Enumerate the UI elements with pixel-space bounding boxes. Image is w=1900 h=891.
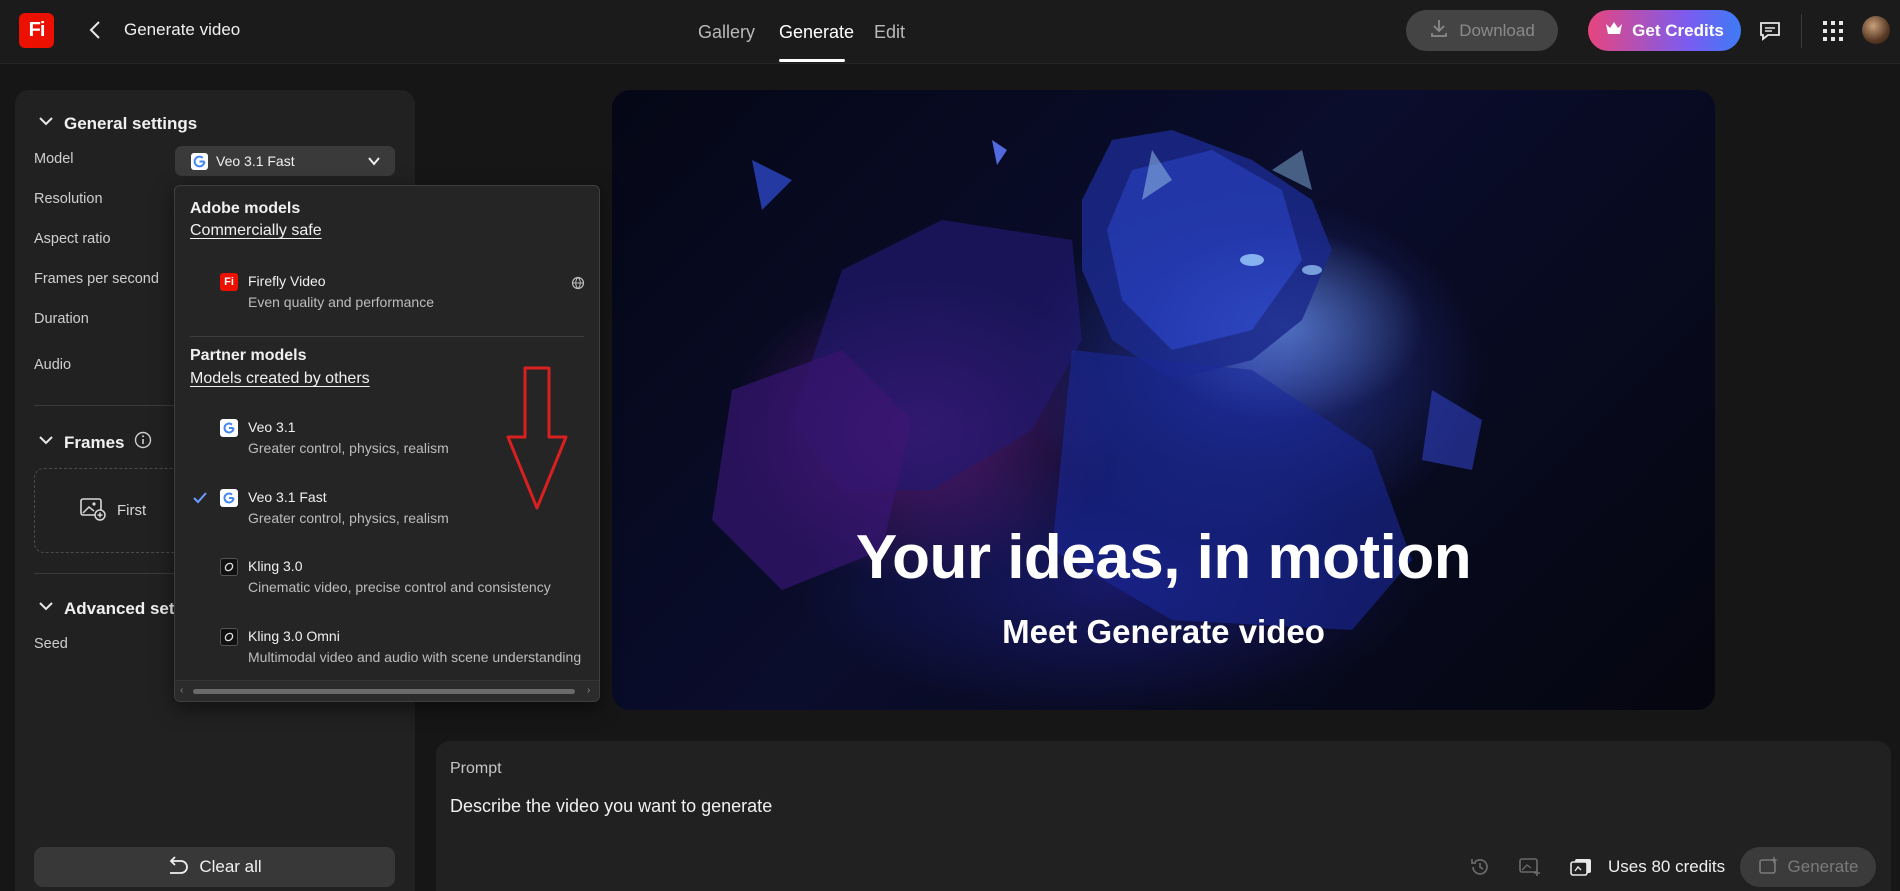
prompt-label: Prompt bbox=[450, 760, 502, 777]
image-settings-icon[interactable] bbox=[1517, 855, 1543, 879]
aspect-ratio-label: Aspect ratio bbox=[34, 231, 111, 247]
hero-title: Your ideas, in motion bbox=[855, 523, 1472, 592]
generate-button[interactable]: Generate bbox=[1740, 847, 1876, 887]
chevron-down-icon bbox=[38, 598, 54, 619]
model-option-desc: Greater control, physics, realism bbox=[248, 510, 449, 526]
tab-gallery[interactable]: Gallery bbox=[698, 22, 755, 43]
first-frame-upload[interactable]: First bbox=[34, 468, 194, 553]
model-dropdown: Adobe models Commercially safe Fi Firefl… bbox=[174, 185, 600, 702]
scroll-right-icon[interactable]: › bbox=[587, 685, 590, 696]
hero-subtitle: Meet Generate video bbox=[1002, 613, 1325, 650]
general-settings-header[interactable]: General settings bbox=[38, 113, 197, 134]
generate-label: Generate bbox=[1787, 857, 1859, 876]
credits-usage-text: Uses 80 credits bbox=[1608, 857, 1726, 876]
section-divider bbox=[34, 573, 184, 574]
firefly-logo[interactable]: Fi bbox=[19, 13, 54, 48]
adobe-models-heading: Adobe models bbox=[190, 200, 301, 217]
kling-icon bbox=[220, 628, 238, 646]
resolution-label: Resolution bbox=[34, 191, 103, 207]
model-option-kling-3-0-omni[interactable]: Kling 3.0 Omni Multimodal video and audi… bbox=[175, 624, 599, 680]
model-option-desc: Even quality and performance bbox=[248, 294, 434, 310]
globe-icon bbox=[571, 276, 585, 295]
model-option-name: Veo 3.1 Fast bbox=[248, 489, 327, 505]
partner-models-heading: Partner models bbox=[190, 347, 307, 364]
download-icon bbox=[1429, 18, 1449, 43]
model-label: Model bbox=[34, 151, 74, 167]
tab-generate[interactable]: Generate bbox=[779, 22, 854, 43]
hero-banner: Your ideas, in motion Meet Generate vide… bbox=[612, 90, 1715, 710]
history-icon[interactable] bbox=[1467, 855, 1493, 879]
tab-edit[interactable]: Edit bbox=[874, 22, 905, 43]
prompt-input[interactable]: Describe the video you want to generate bbox=[450, 796, 772, 817]
info-icon[interactable] bbox=[134, 431, 152, 454]
model-option-desc: Greater control, physics, realism bbox=[248, 440, 449, 456]
checkmark-icon bbox=[193, 491, 207, 509]
models-created-by-others-link[interactable]: Models created by others bbox=[190, 370, 370, 388]
advanced-settings-title: Advanced setti bbox=[64, 598, 185, 618]
credits-icon bbox=[1568, 855, 1594, 879]
firefly-icon: Fi bbox=[220, 273, 238, 291]
advanced-settings-header[interactable]: Advanced setti bbox=[38, 598, 185, 619]
chevron-down-icon bbox=[38, 432, 54, 453]
model-option-firefly-video[interactable]: Fi Firefly Video Even quality and perfor… bbox=[175, 269, 599, 325]
first-frame-label: First bbox=[117, 502, 147, 519]
kling-icon bbox=[220, 558, 238, 576]
get-credits-button[interactable]: Get Credits bbox=[1588, 10, 1741, 51]
model-option-name: Firefly Video bbox=[248, 273, 326, 289]
google-icon bbox=[191, 152, 208, 170]
model-option-desc: Multimodal video and audio with scene un… bbox=[248, 649, 582, 665]
seed-label: Seed bbox=[34, 636, 68, 652]
get-credits-label: Get Credits bbox=[1632, 20, 1724, 40]
clear-all-label: Clear all bbox=[199, 857, 262, 876]
annotation-arrow-icon bbox=[506, 366, 568, 516]
scrollbar-thumb[interactable] bbox=[193, 689, 575, 694]
model-option-kling-3-0[interactable]: Kling 3.0 Cinematic video, precise contr… bbox=[175, 554, 599, 610]
section-divider bbox=[34, 405, 184, 406]
horizontal-scrollbar[interactable]: ‹ › bbox=[175, 680, 599, 701]
audio-label: Audio bbox=[34, 357, 72, 373]
google-icon bbox=[220, 489, 238, 507]
chevron-down-icon bbox=[38, 113, 54, 134]
model-select[interactable]: Veo 3.1 Fast bbox=[175, 146, 395, 176]
scroll-left-icon[interactable]: ‹ bbox=[180, 685, 183, 696]
dropdown-separator bbox=[190, 336, 584, 337]
model-option-name: Kling 3.0 bbox=[248, 558, 303, 574]
user-avatar[interactable] bbox=[1862, 16, 1890, 44]
frames-header[interactable]: Frames bbox=[38, 431, 152, 454]
download-label: Download bbox=[1459, 20, 1535, 40]
apps-grid-icon[interactable] bbox=[1819, 17, 1847, 45]
image-add-icon bbox=[79, 497, 107, 525]
commercially-safe-link[interactable]: Commercially safe bbox=[190, 222, 322, 240]
google-icon bbox=[220, 419, 238, 437]
model-option-desc: Cinematic video, precise control and con… bbox=[248, 579, 551, 595]
generate-sparkle-icon bbox=[1758, 855, 1780, 880]
feedback-icon[interactable] bbox=[1756, 17, 1784, 45]
active-tab-indicator bbox=[779, 59, 845, 62]
undo-icon bbox=[167, 855, 189, 879]
top-bar: Fi Generate video Gallery Generate Edit … bbox=[0, 0, 1900, 64]
frames-title: Frames bbox=[64, 432, 125, 452]
clear-all-button[interactable]: Clear all bbox=[34, 847, 395, 887]
model-option-name: Veo 3.1 bbox=[248, 419, 296, 435]
prompt-panel: Prompt Describe the video you want to ge… bbox=[436, 741, 1891, 891]
chevron-down-icon bbox=[367, 154, 381, 171]
back-arrow-icon[interactable] bbox=[84, 18, 108, 42]
download-button[interactable]: Download bbox=[1406, 10, 1558, 51]
general-settings-title: General settings bbox=[64, 113, 198, 133]
page-title: Generate video bbox=[124, 20, 241, 39]
crown-icon bbox=[1605, 20, 1623, 41]
header-divider bbox=[1801, 14, 1802, 48]
duration-label: Duration bbox=[34, 311, 89, 327]
fps-label: Frames per second bbox=[34, 271, 159, 287]
model-option-name: Kling 3.0 Omni bbox=[248, 628, 340, 644]
model-select-value: Veo 3.1 Fast bbox=[216, 153, 295, 169]
